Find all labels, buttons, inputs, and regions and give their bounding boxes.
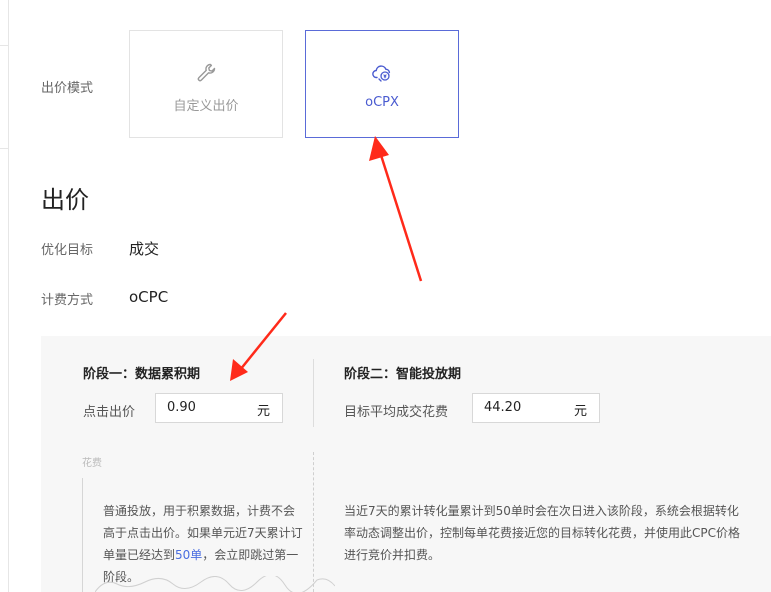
chart-curve bbox=[95, 576, 335, 592]
click-bid-unit: 元 bbox=[256, 404, 270, 419]
bid-section-title: 出价 bbox=[41, 186, 89, 214]
mode-option-label: 自定义出价 bbox=[173, 99, 239, 114]
stage-divider bbox=[313, 359, 314, 427]
optimization-goal-label: 优化目标 bbox=[41, 243, 94, 258]
cloud-coin-icon bbox=[371, 61, 393, 83]
optimization-goal-value: 成交 bbox=[129, 240, 160, 258]
target-avg-cost-value: 44.20 bbox=[484, 400, 522, 415]
target-avg-cost-input[interactable]: 44.20 元 bbox=[472, 393, 600, 423]
fifty-orders-link: 50单 bbox=[175, 548, 203, 562]
click-bid-label: 点击出价 bbox=[83, 405, 136, 420]
target-avg-cost-label: 目标平均成交花费 bbox=[344, 405, 449, 420]
mode-option-ocpx[interactable]: oCPX bbox=[305, 30, 459, 138]
left-border-rule bbox=[8, 0, 9, 592]
stage-boundary-line bbox=[313, 452, 314, 592]
bid-mode-label: 出价模式 bbox=[41, 81, 94, 96]
stage-two-title: 阶段二：智能投放期 bbox=[344, 367, 462, 382]
left-border-tick bbox=[0, 148, 8, 149]
annotation-arrow-to-ocpx bbox=[369, 136, 423, 282]
click-bid-input[interactable]: 0.90 元 bbox=[155, 393, 283, 423]
cost-axis-label: 花费 bbox=[82, 458, 102, 469]
mode-option-custom-bid[interactable]: 自定义出价 bbox=[129, 30, 283, 138]
stage-one-title: 阶段一：数据累积期 bbox=[83, 367, 201, 382]
left-border-tick bbox=[0, 45, 8, 46]
click-bid-value: 0.90 bbox=[167, 400, 196, 415]
wrench-icon bbox=[195, 61, 217, 83]
billing-method-value: oCPC bbox=[129, 288, 169, 306]
stage-two-description: 当近7天的累计转化量累计到50单时会在次日进入该阶段，系统会根据转化 率动态调整… bbox=[344, 504, 740, 562]
chart-y-axis bbox=[82, 478, 83, 592]
mode-option-label: oCPX bbox=[365, 95, 399, 110]
billing-method-label: 计费方式 bbox=[41, 293, 94, 308]
stage-one-description: 普通投放，用于积累数据，计费不会 高于点击出价。如果单元近7天累计订 单量已经达… bbox=[103, 504, 303, 584]
target-avg-cost-unit: 元 bbox=[573, 404, 587, 419]
